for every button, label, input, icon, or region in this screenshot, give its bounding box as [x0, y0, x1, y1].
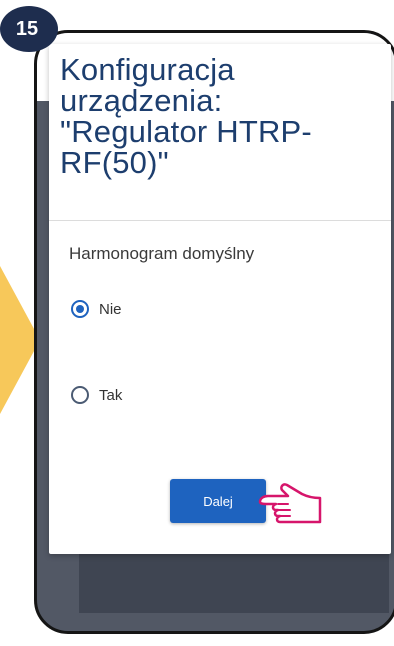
- radio-button-unselected[interactable]: [71, 386, 89, 404]
- configuration-dialog: Konfiguracja urządzenia: "Regulator HTRP…: [49, 44, 391, 554]
- dialog-title: Konfiguracja urządzenia: "Regulator HTRP…: [60, 52, 312, 180]
- default-schedule-label: Harmonogram domyślny: [69, 244, 255, 263]
- radio-button-selected[interactable]: [71, 300, 89, 318]
- background-panel: [79, 553, 389, 613]
- divider: [49, 220, 391, 221]
- pointing-hand-icon: [258, 483, 322, 524]
- option-tak[interactable]: Tak: [71, 386, 122, 404]
- option-label: Nie: [99, 300, 122, 318]
- option-nie[interactable]: Nie: [71, 300, 122, 318]
- step-number-badge: 15: [0, 6, 58, 52]
- option-label: Tak: [99, 386, 123, 404]
- next-button[interactable]: Dalej: [170, 479, 266, 523]
